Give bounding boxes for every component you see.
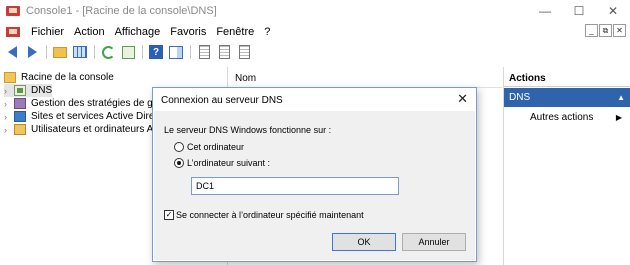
autres-actions-item[interactable]: Autres actions [530, 110, 593, 126]
collapse-triangle-icon[interactable]: ▲ [617, 88, 625, 107]
tree-item-label: Utilisateurs et ordinateurs A [31, 124, 154, 135]
connect-now-checkbox-row[interactable]: ✓ Se connecter à l’ordinateur spécifié m… [164, 210, 364, 220]
mdi-minimize-button[interactable]: _ [585, 24, 598, 37]
expand-caret-icon[interactable]: › [4, 86, 10, 96]
gpo-icon [14, 98, 26, 109]
mmc-app-icon [6, 5, 20, 17]
expand-caret-icon[interactable]: › [4, 99, 10, 109]
list-icon[interactable] [216, 44, 232, 60]
toolbar-divider [142, 45, 143, 59]
toolbar-divider [46, 45, 47, 59]
menu-fenetre[interactable]: Fenêtre [211, 22, 259, 42]
up-folder-icon[interactable] [52, 44, 68, 60]
dialog-title: Connexion au serveur DNS [161, 95, 283, 106]
connect-now-checkbox[interactable]: ✓ [164, 210, 174, 220]
ok-button[interactable]: OK [332, 233, 396, 251]
radio-this-computer[interactable]: Cet ordinateur [174, 142, 244, 152]
server-prompt-label: Le serveur DNS Windows fonctionne sur : [164, 125, 332, 135]
radio-following-computer[interactable]: L’ordinateur suivant : [174, 158, 270, 168]
mdi-restore-button[interactable]: ⧉ [599, 24, 612, 37]
menu-action[interactable]: Action [69, 22, 110, 42]
dialog-close-icon[interactable]: ✕ [457, 91, 468, 107]
dialog-body: Le serveur DNS Windows fonctionne sur : … [154, 111, 475, 260]
computer-name-input[interactable]: DC1 [191, 177, 399, 195]
export-list-icon[interactable] [120, 44, 136, 60]
menu-affichage[interactable]: Affichage [110, 22, 166, 42]
menu-bar: Fichier Action Affichage Favoris Fenêtre… [0, 22, 630, 42]
tree-item-users[interactable]: › Utilisateurs et ordinateurs A [4, 123, 153, 136]
mdi-controls: _ ⧉ ✕ [584, 24, 626, 37]
radio-label: Cet ordinateur [187, 142, 245, 152]
radio-button[interactable] [174, 158, 184, 168]
help-icon[interactable]: ? [148, 44, 164, 60]
back-icon[interactable] [4, 44, 20, 60]
title-bar: Console1 - [Racine de la console\DNS] — … [0, 0, 630, 22]
users-icon [14, 124, 26, 135]
expand-caret-icon[interactable]: › [4, 125, 10, 135]
menu-help[interactable]: ? [259, 22, 275, 42]
tree-item-dns[interactable]: › DNS [4, 84, 53, 97]
show-hide-tree-icon[interactable] [72, 44, 88, 60]
actions-pane: Actions DNS ▲ Autres actions ▶ [503, 67, 630, 265]
submenu-arrow-icon: ▶ [615, 113, 622, 122]
tree-item-root[interactable]: Racine de la console [4, 71, 114, 84]
tree-item-label: Racine de la console [21, 72, 114, 83]
window-title: Console1 - [Racine de la console\DNS] [26, 5, 217, 17]
toolbar: ? [0, 42, 630, 62]
properties-icon[interactable] [196, 44, 212, 60]
cancel-button[interactable]: Annuler [402, 233, 466, 251]
actions-group-label: DNS [509, 92, 531, 103]
toolbar-divider [94, 45, 95, 59]
connect-dns-server-dialog: Connexion au serveur DNS ✕ Le serveur DN… [152, 87, 477, 262]
actions-group-dns[interactable]: DNS ▲ [504, 88, 630, 107]
sites-icon [14, 111, 26, 122]
dns-icon [14, 85, 26, 96]
column-header-nom[interactable]: Nom [230, 70, 502, 88]
details-icon[interactable] [236, 44, 252, 60]
refresh-icon[interactable] [100, 44, 116, 60]
forward-icon[interactable] [24, 44, 40, 60]
expand-caret-icon[interactable]: › [4, 112, 10, 122]
radio-button[interactable] [174, 142, 184, 152]
mdi-close-button[interactable]: ✕ [613, 24, 626, 37]
radio-label: L’ordinateur suivant : [187, 158, 271, 168]
tree-item-label: Sites et services Active Dire [31, 111, 155, 122]
maximize-button[interactable]: ☐ [562, 0, 596, 22]
tree-item-label: Gestion des stratégies de g [31, 98, 153, 109]
show-action-pane-icon[interactable] [168, 44, 184, 60]
tree-item-label: DNS [31, 85, 53, 96]
console-menu-icon[interactable] [6, 26, 20, 38]
menu-fichier[interactable]: Fichier [26, 22, 69, 42]
tree-item-gpo[interactable]: › Gestion des stratégies de g [4, 97, 153, 110]
folder-icon [4, 72, 16, 83]
checkbox-label: Se connecter à l’ordinateur spécifié mai… [176, 210, 364, 220]
toolbar-divider [190, 45, 191, 59]
actions-header: Actions [504, 70, 630, 87]
tree-item-sites[interactable]: › Sites et services Active Dire [4, 110, 154, 123]
menu-favoris[interactable]: Favoris [165, 22, 211, 42]
close-button[interactable]: ✕ [596, 0, 630, 22]
minimize-button[interactable]: — [528, 0, 562, 22]
